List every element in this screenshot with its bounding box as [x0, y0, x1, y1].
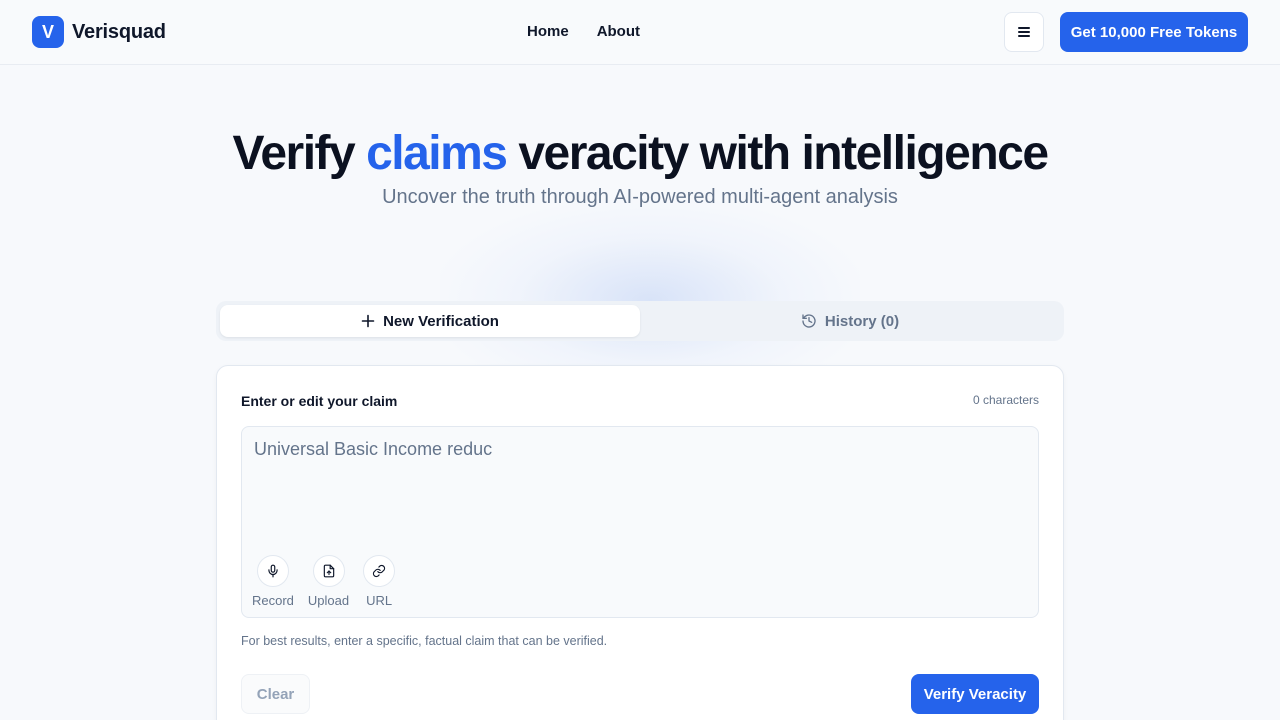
tab-new-verification-label: New Verification	[383, 312, 499, 330]
upload-label: Upload	[307, 593, 350, 608]
hero-title-start: Verify	[232, 127, 367, 180]
record-tool[interactable]: Record	[252, 555, 294, 608]
tab-history[interactable]: History (0)	[640, 305, 1060, 337]
url-tool[interactable]: URL	[363, 555, 396, 608]
input-tools: Record Upload URL	[252, 555, 396, 608]
claim-label: Enter or edit your claim	[241, 393, 398, 409]
brand-name: Verisquad	[72, 20, 166, 43]
upload-button[interactable]	[312, 555, 345, 587]
plus-icon	[361, 314, 375, 328]
history-icon	[802, 314, 816, 328]
claim-form-card: Enter or edit your claim 0 characters Re…	[216, 365, 1064, 720]
menu-button[interactable]	[1004, 12, 1044, 52]
verify-veracity-button[interactable]: Verify Veracity	[911, 674, 1039, 714]
url-label: URL	[366, 593, 393, 608]
link-icon	[373, 564, 386, 578]
claim-input-area: Record Upload	[241, 426, 1039, 618]
hero-subtitle: Uncover the truth through AI-powered mul…	[382, 186, 898, 208]
hero-title: Verify claims veracity with intelligence	[0, 126, 1280, 181]
record-button[interactable]	[256, 555, 289, 587]
character-count: 0 characters	[972, 393, 1039, 407]
tab-new-verification[interactable]: New Verification	[220, 305, 640, 337]
nav-link-about[interactable]: About	[597, 23, 640, 40]
claim-textarea[interactable]	[254, 439, 1024, 539]
get-free-tokens-button[interactable]: Get 10,000 Free Tokens	[1060, 12, 1248, 52]
top-navbar: V Verisquad Home About Get 10,000 Free T…	[0, 0, 1280, 65]
hamburger-icon	[1018, 25, 1030, 39]
mode-tabs: New Verification History (0)	[216, 301, 1064, 341]
hero-title-accent: claims	[366, 127, 508, 180]
record-label: Record	[252, 593, 294, 608]
hero-title-end: veracity with intelligence	[506, 127, 1049, 180]
nav-link-home[interactable]: Home	[527, 23, 569, 40]
upload-tool[interactable]: Upload	[308, 555, 349, 608]
tab-history-label: History (0)	[824, 312, 900, 330]
microphone-icon	[268, 564, 278, 578]
logo-mark: V	[32, 16, 64, 48]
file-upload-icon	[323, 564, 334, 578]
main-nav: Home About	[527, 23, 640, 40]
url-button[interactable]	[363, 555, 396, 587]
clear-button[interactable]: Clear	[241, 674, 310, 714]
claim-hint: For best results, enter a specific, fact…	[241, 634, 608, 648]
brand-logo[interactable]: V Verisquad	[32, 16, 166, 48]
